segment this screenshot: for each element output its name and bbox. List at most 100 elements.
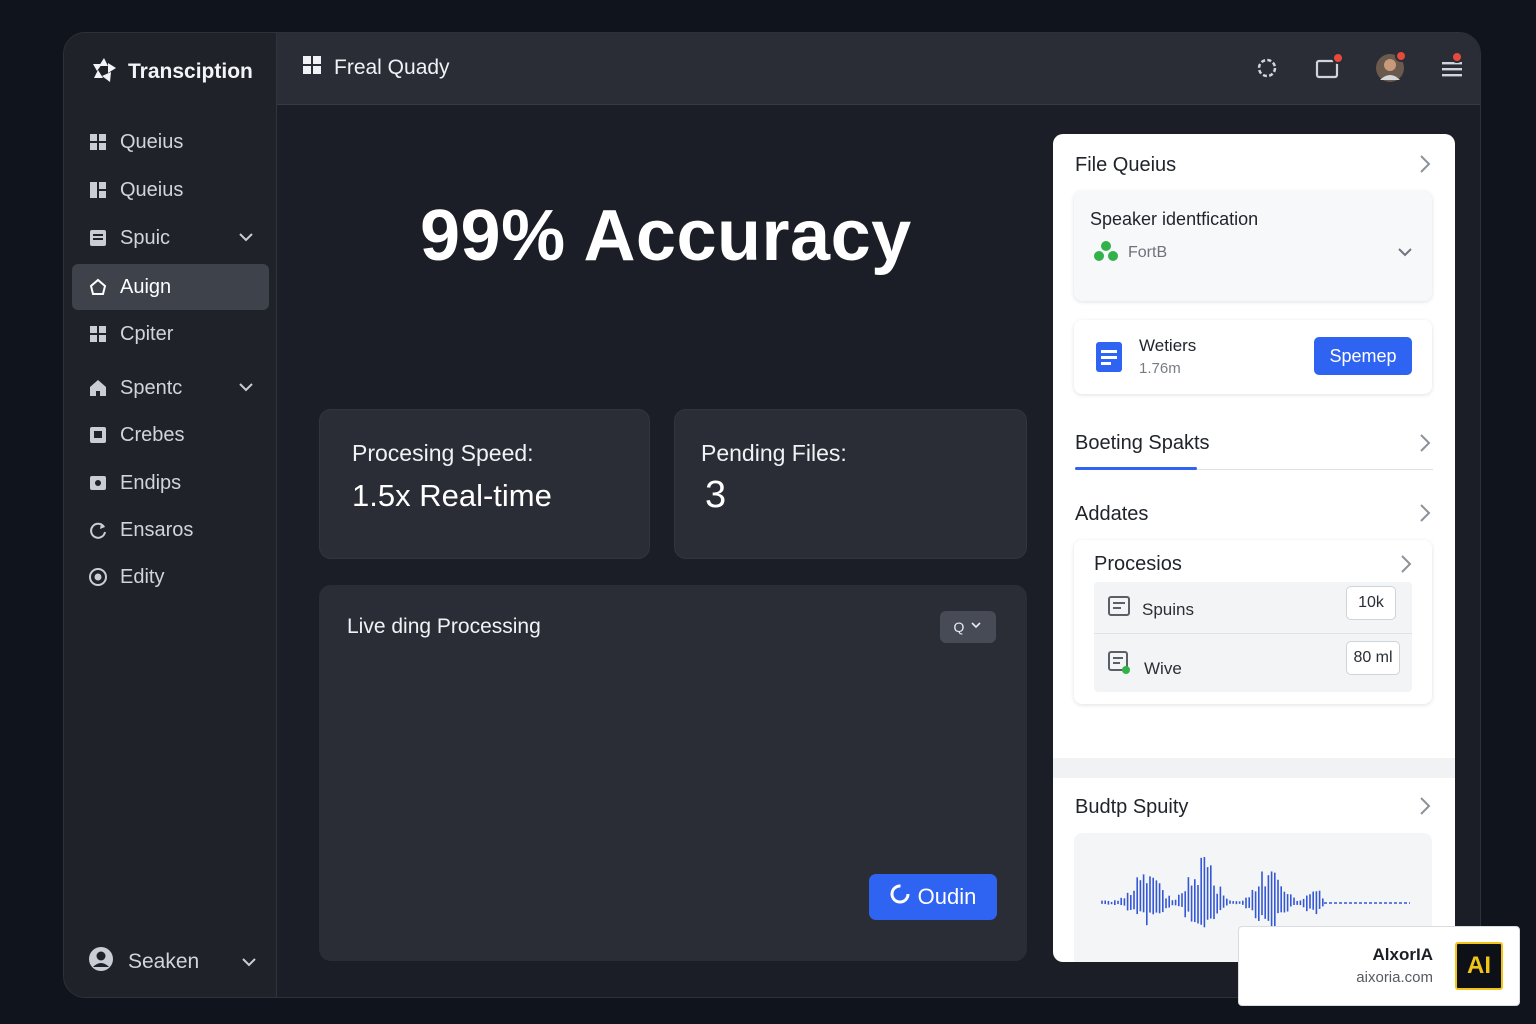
sidebar-item-label: Queius [120, 178, 184, 201]
procesios-card: Procesios Spuins 10k Wive 80 ml [1074, 540, 1432, 704]
procesios-list: Spuins 10k Wive 80 ml [1094, 582, 1412, 692]
sidebar-item-spuic[interactable]: Spuic [72, 215, 269, 261]
sidebar-item-label: Spuic [120, 226, 171, 249]
settings-icon[interactable] [1252, 53, 1282, 83]
list-item[interactable]: Spuins 10k [1094, 582, 1412, 634]
speed-value: 1.5x Real-time [352, 478, 552, 513]
chevron-down-icon[interactable] [237, 228, 255, 252]
topbar: Freal Quady [277, 33, 1480, 105]
chevron-down-icon[interactable] [1396, 243, 1414, 266]
speed-card: Procesing Speed: 1.5x Real-time [319, 409, 650, 559]
sidebar-item-label: Ensaros [120, 518, 194, 541]
home-icon [88, 277, 108, 297]
procesios-title: Procesios [1094, 553, 1182, 575]
watermark: AlxorIA aixoria.com AI [1238, 926, 1520, 1006]
file-item[interactable]: Wetiers 1.76m Spemep [1074, 320, 1432, 394]
page-title: Freal Quady [302, 55, 450, 81]
sidebar-item-cpiter[interactable]: Cpiter [72, 311, 269, 357]
brand[interactable]: Transciption [90, 55, 253, 89]
sidebar-item-queius-1[interactable]: Queius [72, 119, 269, 165]
chevron-down-icon[interactable] [237, 378, 255, 402]
sidebar-item-label: Endips [120, 471, 182, 494]
sidebar-item-queius-2[interactable]: Queius [72, 167, 269, 213]
chevron-right-icon[interactable] [1400, 554, 1412, 579]
chevron-down-icon[interactable] [240, 953, 258, 977]
watermark-url: aixoria.com [1356, 969, 1433, 986]
tab-active-indicator [1075, 467, 1197, 470]
file-name: Wetiers [1139, 336, 1197, 355]
user-avatar-icon [88, 946, 114, 978]
chevron-right-icon[interactable] [1419, 503, 1431, 528]
chevron-down-icon [970, 618, 982, 636]
waveform-dropdown[interactable]: Q [940, 611, 996, 643]
watermark-name: AlxorIA [1372, 945, 1433, 964]
speaker-group-icon [1093, 239, 1119, 268]
record-icon [890, 884, 910, 910]
image-icon [88, 473, 108, 493]
sidebar: Transciption Queius Queius Spuic Auign C… [64, 33, 277, 997]
doc-status-icon [1108, 651, 1132, 680]
speaker-title: Speaker identfication [1090, 209, 1259, 229]
sidebar-item-label: Spentc [120, 376, 183, 399]
sidebar-item-label: Crebes [120, 423, 185, 446]
file-meta: 1.76m [1139, 360, 1181, 377]
grid-icon [88, 132, 108, 152]
row-label: Wive [1144, 659, 1182, 678]
dropdown-value: Q [953, 619, 965, 635]
pending-card: Pending Files: 3 [674, 409, 1027, 559]
sidebar-item-crebes[interactable]: Crebes [72, 412, 269, 458]
live-processing-card: Live ding Processing Q Oudin [319, 585, 1027, 961]
list-item[interactable]: Wive 80 ml [1094, 635, 1412, 692]
section-divider [1053, 758, 1455, 778]
oudin-button-label: Oudin [917, 884, 977, 909]
doc-icon [1108, 596, 1130, 621]
watermark-logo: AI [1455, 942, 1503, 990]
chevron-right-icon[interactable] [1419, 433, 1431, 458]
oudin-button[interactable]: Oudin [869, 874, 997, 920]
menu-icon[interactable] [1437, 51, 1467, 83]
user-menu[interactable]: Seaken [88, 945, 258, 979]
row-label: Spuins [1142, 600, 1194, 619]
spemep-button[interactable]: Spemep [1314, 337, 1412, 375]
sidebar-item-label: Edity [120, 565, 165, 588]
tab-boeting-spakts[interactable]: Boeting Spakts [1075, 432, 1210, 455]
speed-label: Procesing Speed: [352, 440, 534, 466]
addates-title: Addates [1075, 503, 1149, 525]
row-value[interactable]: 80 ml [1346, 641, 1400, 675]
waveform-title: Live ding Processing [347, 615, 541, 638]
layout-icon [88, 180, 108, 200]
avatar-badge [1395, 50, 1407, 62]
pending-label: Pending Files: [701, 440, 847, 466]
logo-icon [90, 56, 118, 89]
row-value[interactable]: 10k [1346, 586, 1396, 620]
app-title: Transciption [128, 60, 253, 83]
speaker-value: FortB [1128, 244, 1168, 261]
accuracy-headline: 99% Accuracy [420, 196, 912, 276]
file-doc-icon [1094, 340, 1124, 379]
sidebar-item-ensaros[interactable]: Ensaros [72, 507, 269, 553]
sidebar-item-spentc[interactable]: Spentc [72, 365, 269, 411]
sidebar-item-endips[interactable]: Endips [72, 460, 269, 506]
target-icon [88, 567, 108, 587]
file-queue-title: File Queius [1075, 154, 1177, 176]
refresh-icon [88, 520, 108, 540]
notification-icon[interactable] [1313, 52, 1344, 83]
chevron-right-icon[interactable] [1419, 796, 1431, 821]
pending-value: 3 [705, 474, 727, 516]
sidebar-item-label: Cpiter [120, 322, 174, 345]
chevron-right-icon[interactable] [1419, 154, 1431, 179]
grid-icon [302, 55, 322, 81]
sidebar-item-edity[interactable]: Edity [72, 554, 269, 600]
menu-badge [1451, 51, 1463, 63]
sidebar-item-label: Queius [120, 130, 184, 153]
sidebar-item-label: Auign [120, 275, 172, 298]
box-icon [88, 425, 108, 445]
list-icon [88, 228, 108, 248]
file-queue-panel: File Queius Speaker identfication FortB … [1053, 134, 1455, 962]
speaker-card[interactable]: Speaker identfication FortB [1074, 191, 1432, 301]
sidebar-item-auign[interactable]: Auign [72, 264, 269, 310]
house-icon [88, 378, 108, 398]
budtp-title: Budtp Spuity [1075, 796, 1189, 818]
avatar[interactable] [1375, 50, 1407, 83]
page-title-text: Freal Quady [334, 56, 450, 79]
